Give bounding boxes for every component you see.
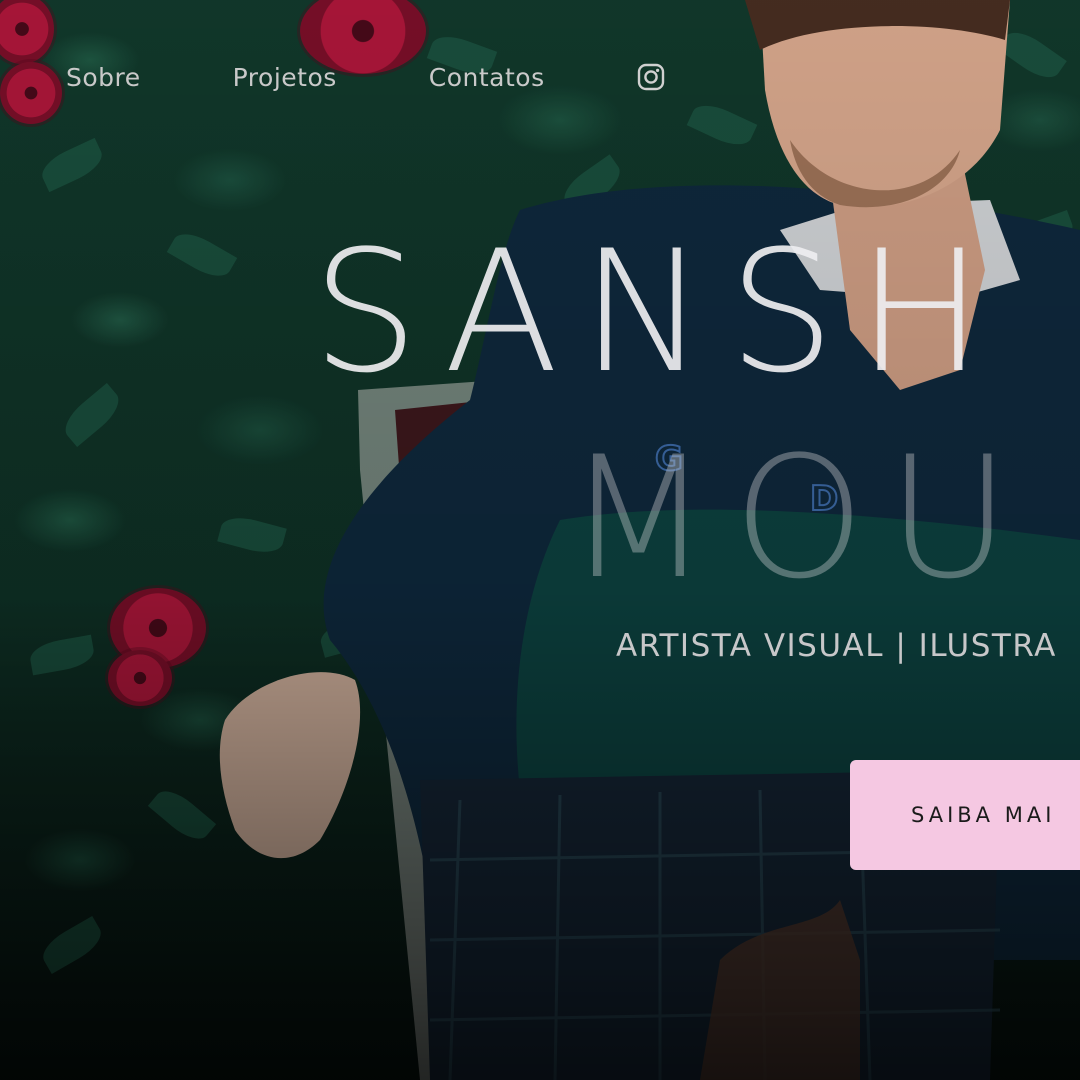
hero-title-line-1: SANSH (312, 214, 1006, 410)
instagram-icon[interactable] (637, 63, 665, 91)
main-navigation: Sobre Projetos Contatos (66, 56, 665, 98)
hero-subtitle: ARTISTA VISUAL | ILUSTRA (616, 628, 1057, 664)
nav-link-sobre[interactable]: Sobre (66, 63, 141, 92)
hero-section: G D Sobre Projetos Contatos SANSH MOU AR… (0, 0, 1080, 1080)
hero-title-line-2: MOU (566, 420, 1033, 616)
nav-link-contatos[interactable]: Contatos (429, 63, 545, 92)
saiba-mais-button[interactable]: SAIBA MAI (850, 760, 1080, 870)
nav-link-projetos[interactable]: Projetos (233, 63, 337, 92)
